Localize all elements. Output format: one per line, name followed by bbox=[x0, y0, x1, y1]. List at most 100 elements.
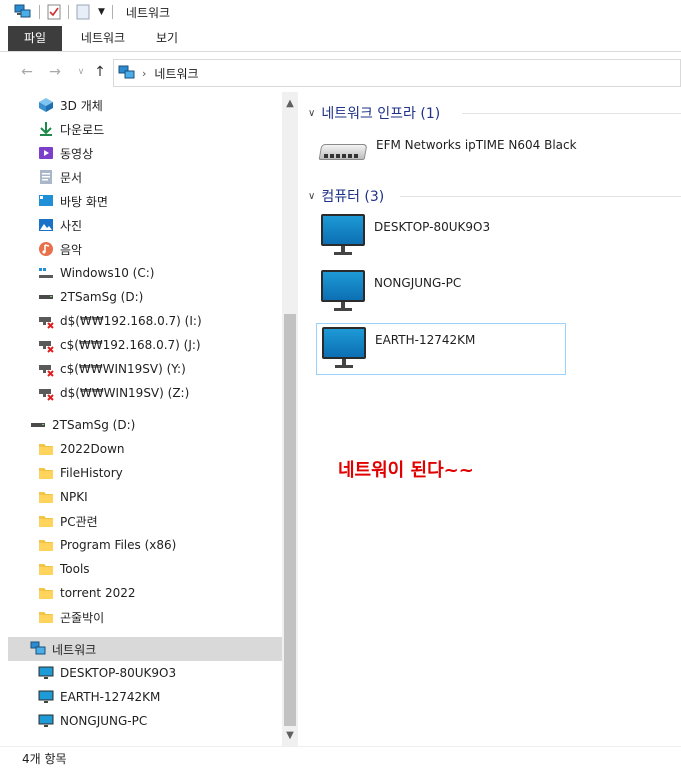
group-header-computers[interactable]: ∨ 컴퓨터 (3) bbox=[308, 186, 384, 206]
windows-drive-icon bbox=[38, 265, 54, 281]
music-icon bbox=[38, 241, 54, 257]
3d-objects-icon bbox=[38, 97, 54, 113]
nav-folder[interactable]: Tools bbox=[38, 557, 90, 581]
quick-access-toolbar: ▼ bbox=[14, 0, 120, 24]
nav-item-drive-d-root[interactable]: 2TSamSg (D:) bbox=[30, 413, 135, 437]
nav-item-desktop[interactable]: 바탕 화면 bbox=[38, 189, 108, 213]
scroll-down-icon[interactable]: ▼ bbox=[282, 728, 298, 744]
recent-dropdown-icon[interactable]: ∨ bbox=[72, 62, 90, 82]
scroll-thumb[interactable] bbox=[284, 314, 296, 726]
computer-item[interactable]: DESKTOP-80UK9O3 bbox=[320, 214, 560, 264]
collapse-chevron-icon[interactable]: ∨ bbox=[308, 108, 315, 119]
computer-item-selected[interactable]: EARTH-12742KM bbox=[316, 323, 566, 375]
navigation-bar: ← → ∨ ↑ › 네트워크 bbox=[0, 56, 681, 88]
disconnected-network-drive-icon bbox=[38, 337, 54, 353]
nav-label: NPKI bbox=[60, 490, 88, 504]
folder-icon bbox=[38, 465, 54, 481]
nav-label: c$(₩₩192.168.0.7) (J:) bbox=[60, 338, 201, 352]
breadcrumb-network[interactable]: 네트워크 bbox=[154, 65, 198, 82]
pictures-icon bbox=[38, 217, 54, 233]
nav-folder[interactable]: torrent 2022 bbox=[38, 581, 136, 605]
nav-label: 바탕 화면 bbox=[60, 194, 108, 209]
desktop-icon bbox=[38, 193, 54, 209]
up-arrow-icon[interactable]: ↑ bbox=[91, 62, 109, 82]
computer-item[interactable]: NONGJUNG-PC bbox=[320, 270, 560, 320]
nav-label: 음악 bbox=[60, 242, 83, 257]
nav-computer[interactable]: EARTH-12742KM bbox=[38, 685, 160, 709]
nav-label: 곤줄박이 bbox=[60, 610, 105, 625]
properties-icon[interactable] bbox=[47, 4, 61, 20]
folder-icon bbox=[38, 561, 54, 577]
item-label: NONGJUNG-PC bbox=[374, 276, 462, 290]
nav-label: 3D 개체 bbox=[60, 98, 103, 113]
back-arrow-icon[interactable]: ← bbox=[18, 62, 36, 82]
annotation-text: 네트워이 된다~~ bbox=[338, 460, 474, 481]
navigation-pane: 3D 개체 다운로드 동영상 문서 바탕 화면 사진 음악 Windows10 … bbox=[8, 92, 282, 742]
nav-label: d$(₩₩192.168.0.7) (I:) bbox=[60, 314, 202, 328]
collapse-chevron-icon[interactable]: ∨ bbox=[308, 191, 315, 202]
item-label: EFM Networks ipTIME N604 Black bbox=[376, 138, 577, 152]
nav-item-network-drive-i[interactable]: d$(₩₩192.168.0.7) (I:) bbox=[38, 309, 202, 333]
nav-item-network-drive-y[interactable]: c$(₩₩WIN19SV) (Y:) bbox=[38, 357, 186, 381]
folder-icon bbox=[38, 489, 54, 505]
nav-item-network-drive-z[interactable]: d$(₩₩WIN19SV) (Z:) bbox=[38, 381, 189, 405]
computer-icon bbox=[38, 665, 54, 681]
content-pane: ∨ 네트워크 인프라 (1) EFM Networks ipTIME N604 … bbox=[300, 92, 681, 742]
nav-label: Tools bbox=[60, 562, 90, 576]
download-icon bbox=[38, 121, 54, 137]
nav-label: NONGJUNG-PC bbox=[60, 714, 148, 728]
nav-label: 동영상 bbox=[60, 146, 94, 161]
disconnected-network-drive-icon bbox=[38, 361, 54, 377]
folder-icon bbox=[38, 441, 54, 457]
nav-label: c$(₩₩WIN19SV) (Y:) bbox=[60, 362, 186, 376]
nav-scrollbar[interactable]: ▲ ▼ bbox=[282, 92, 298, 746]
document-icon bbox=[38, 169, 54, 185]
nav-item-documents[interactable]: 문서 bbox=[38, 165, 82, 189]
drive-icon bbox=[30, 417, 46, 433]
nav-item-drive-c[interactable]: Windows10 (C:) bbox=[38, 261, 154, 285]
new-folder-icon[interactable] bbox=[76, 4, 90, 20]
nav-folder[interactable]: Program Files (x86) bbox=[38, 533, 176, 557]
nav-item-downloads[interactable]: 다운로드 bbox=[38, 117, 104, 141]
folder-icon bbox=[38, 537, 54, 553]
nav-folder[interactable]: 곤줄박이 bbox=[38, 605, 104, 629]
address-bar[interactable]: › 네트워크 bbox=[113, 59, 681, 87]
item-count: 4개 항목 bbox=[22, 752, 67, 766]
nav-label: 2022Down bbox=[60, 442, 125, 456]
breadcrumb-chevron-icon[interactable]: › bbox=[142, 67, 146, 80]
nav-folder[interactable]: NPKI bbox=[38, 485, 88, 509]
nav-folder[interactable]: PC관련 bbox=[38, 509, 98, 533]
item-label: EARTH-12742KM bbox=[375, 333, 476, 347]
group-header-infrastructure[interactable]: ∨ 네트워크 인프라 (1) bbox=[308, 103, 440, 123]
nav-item-videos[interactable]: 동영상 bbox=[38, 141, 93, 165]
customize-dropdown-icon[interactable]: ▼ bbox=[98, 7, 105, 17]
nav-computer[interactable]: DESKTOP-80UK9O3 bbox=[38, 661, 176, 685]
nav-folder[interactable]: FileHistory bbox=[38, 461, 123, 485]
nav-item-music[interactable]: 음악 bbox=[38, 237, 82, 261]
video-icon bbox=[38, 145, 54, 161]
nav-computer[interactable]: NONGJUNG-PC bbox=[38, 709, 147, 733]
tab-file[interactable]: 파일 bbox=[8, 26, 62, 51]
nav-item-drive-d[interactable]: 2TSamSg (D:) bbox=[38, 285, 143, 309]
nav-item-pictures[interactable]: 사진 bbox=[38, 213, 82, 237]
nav-item-network-drive-j[interactable]: c$(₩₩192.168.0.7) (J:) bbox=[38, 333, 201, 357]
computer-icon bbox=[320, 214, 366, 258]
item-label: DESKTOP-80UK9O3 bbox=[374, 220, 491, 234]
nav-folder[interactable]: 2022Down bbox=[38, 437, 125, 461]
group-divider bbox=[462, 113, 681, 114]
nav-item-network[interactable]: 네트워크 bbox=[8, 637, 282, 661]
nav-label: EARTH-12742KM bbox=[60, 690, 161, 704]
group-title: 네트워크 인프라 (1) bbox=[321, 106, 441, 122]
network-icon bbox=[30, 641, 46, 657]
status-bar: 4개 항목 bbox=[0, 746, 681, 771]
nav-label: Program Files (x86) bbox=[60, 538, 177, 552]
router-item[interactable]: EFM Networks ipTIME N604 Black bbox=[318, 132, 588, 176]
forward-arrow-icon[interactable]: → bbox=[46, 62, 64, 82]
scroll-up-icon[interactable]: ▲ bbox=[282, 96, 298, 112]
nav-item-3d-objects[interactable]: 3D 개체 bbox=[38, 93, 103, 117]
nav-label: Windows10 (C:) bbox=[60, 266, 155, 280]
disconnected-network-drive-icon bbox=[38, 313, 54, 329]
tab-view[interactable]: 보기 bbox=[142, 26, 192, 51]
network-icon bbox=[118, 65, 136, 81]
tab-network[interactable]: 네트워크 bbox=[68, 26, 138, 51]
